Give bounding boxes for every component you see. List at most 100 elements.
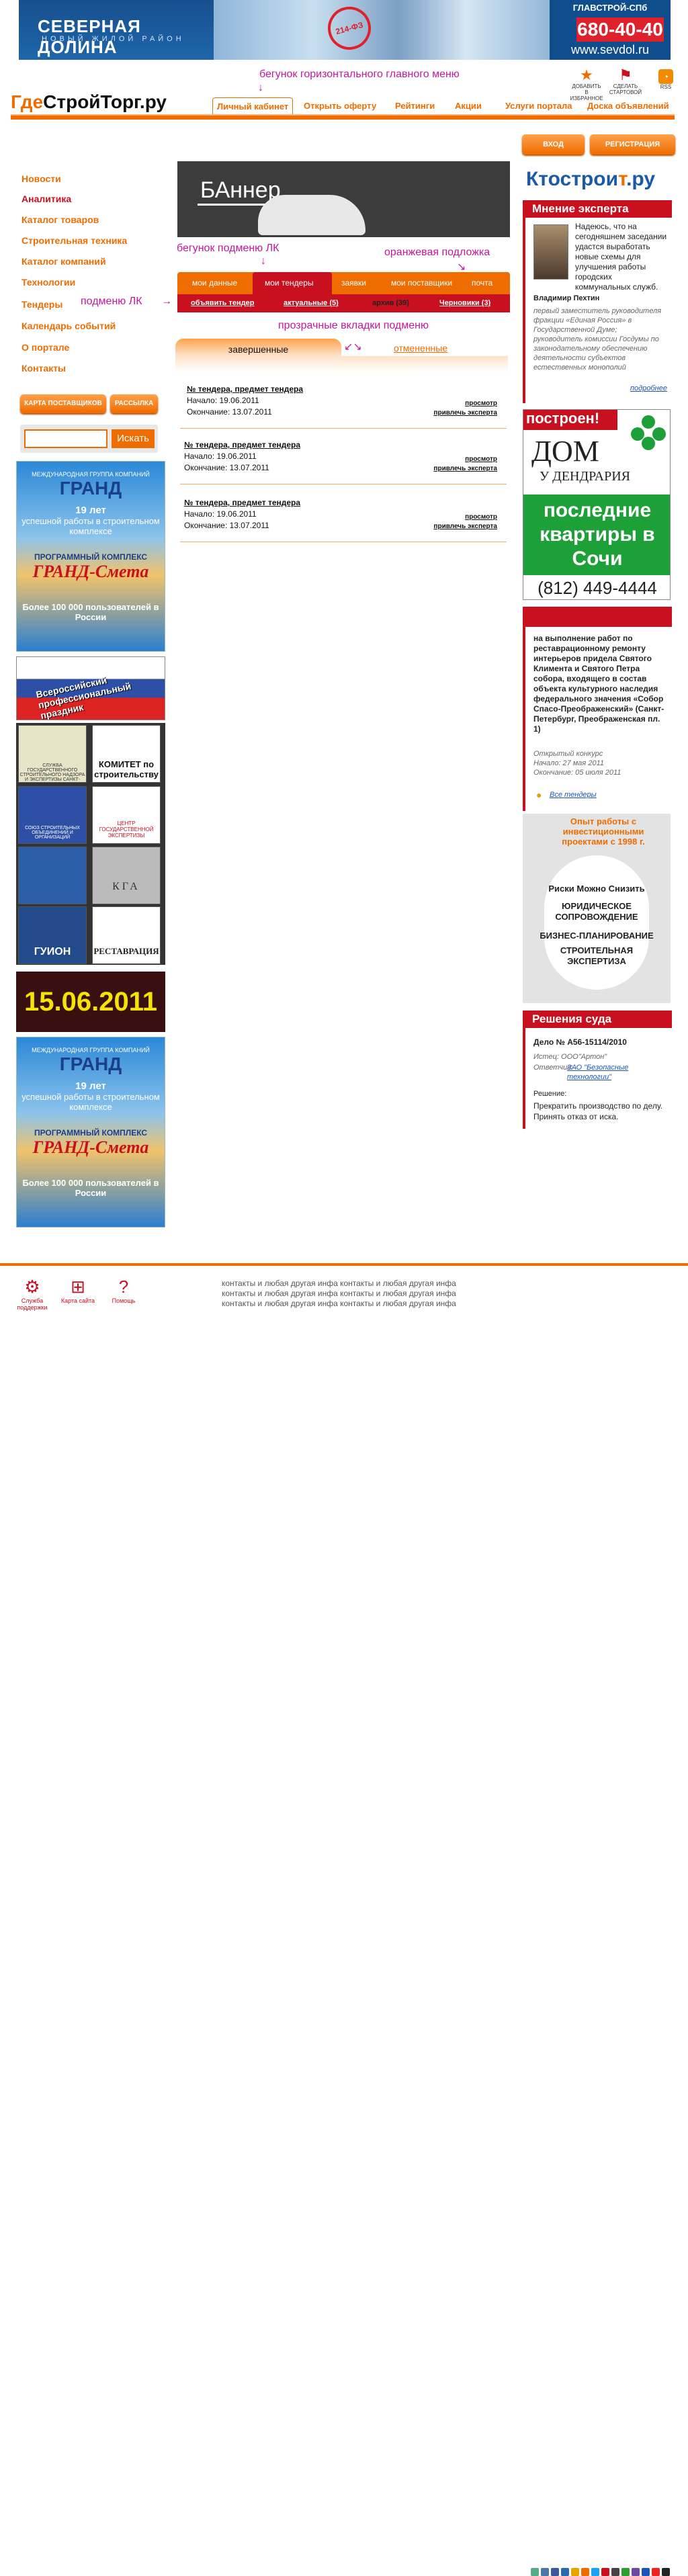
note-arrow-icon: ↘ <box>457 261 466 273</box>
partner-tile-restoration[interactable]: РЕСТАВРАЦИЯ <box>92 906 161 964</box>
side-nav-news[interactable]: Новости <box>22 173 61 184</box>
tender-widget-text[interactable]: на выполнение работ по реставрационному … <box>533 634 669 734</box>
social-icon[interactable] <box>652 2568 660 2576</box>
lk-tab-requests[interactable]: заявки <box>341 278 366 288</box>
login-button[interactable]: ВХОД <box>522 134 585 155</box>
social-icon[interactable] <box>642 2568 650 2576</box>
granda-ad[interactable]: МЕЖДУНАРОДНАЯ ГРУППА КОМПАНИЙ ГРАНД 19 л… <box>16 461 165 652</box>
social-icon[interactable] <box>662 2568 670 2576</box>
center-banner[interactable]: БАннер <box>177 161 510 237</box>
site-logo[interactable]: ГдеСтройТорг.ру <box>11 91 167 113</box>
subtab-drafts[interactable]: Черновики (3) <box>439 299 490 307</box>
court-defendant-link[interactable]: ЗАО "Безопасные технологии" <box>567 1063 668 1082</box>
side-nav-about[interactable]: О портале <box>22 342 69 353</box>
tender-title[interactable]: № тендера, предмет тендера <box>184 440 507 449</box>
tender-view-link[interactable]: просмотр <box>465 456 497 463</box>
partner-tile-expertise[interactable]: ЦЕНТР ГОСУДАРСТВЕННОЙ ЭКСПЕРТИЗЫ <box>92 786 161 844</box>
expert-opinion: Мнение эксперта Надеюсь, что на сегодняш… <box>523 200 672 403</box>
search-box: Искать <box>20 425 158 453</box>
social-icon[interactable] <box>632 2568 640 2576</box>
twitter-icon[interactable] <box>591 2568 599 2576</box>
social-icon[interactable] <box>601 2568 609 2576</box>
tender-expert-link[interactable]: привлечь эксперта <box>433 523 497 530</box>
expert-more-link[interactable]: подробнее <box>630 384 667 392</box>
partner-tile-committee[interactable]: КОМИТЕТ по строительству <box>92 725 161 783</box>
tender-title[interactable]: № тендера, предмет тендера <box>184 498 507 507</box>
note-orange-bg: оранжевая подложка <box>384 247 490 258</box>
menu-item-cabinet[interactable]: Личный кабинет <box>212 97 294 114</box>
subtab-current[interactable]: актуальные (5) <box>284 299 339 307</box>
support-label: Служба поддержки <box>17 1297 48 1311</box>
partner-tile-blue[interactable] <box>18 847 87 904</box>
tender-view-link[interactable]: просмотр <box>465 513 497 521</box>
court-case[interactable]: Дело № А56-15114/2010 <box>533 1037 627 1047</box>
suppliers-map-button[interactable]: КАРТА ПОСТАВЩИКОВ <box>20 394 106 413</box>
side-nav-contacts[interactable]: Контакты <box>22 363 66 374</box>
side-nav-catalog[interactable]: Каталог товаров <box>22 214 99 225</box>
tab-cancelled[interactable]: отмененные <box>394 343 447 353</box>
register-button[interactable]: РЕГИСТРАЦИЯ <box>590 134 675 155</box>
granda-product: ПРОГРАММНЫЙ КОМПЛЕКС <box>34 552 148 562</box>
ktostroit-logo[interactable]: Ктостроит.ру <box>526 168 655 191</box>
granda-ad-2[interactable]: МЕЖДУНАРОДНАЯ ГРУППА КОМПАНИЙ ГРАНД 19 л… <box>16 1037 165 1228</box>
partner-tile-union[interactable]: СОЮЗ СТРОИТЕЛЬНЫХ ОБЪЕДИНЕНИЙ И ОРГАНИЗА… <box>18 786 87 844</box>
menu-item-offer[interactable]: Открыть оферту <box>304 101 376 111</box>
partner-tile-guion[interactable]: ГУИОН <box>18 906 87 964</box>
vk-icon[interactable] <box>541 2568 549 2576</box>
social-icon[interactable] <box>581 2568 589 2576</box>
tender-title[interactable]: № тендера, предмет тендера <box>187 384 507 394</box>
top-banner[interactable]: СЕВЕРНАЯ ДОЛИНА НОВЫЙ ЖИЛОЙ РАЙОН 214-ФЗ… <box>19 0 671 60</box>
ktostroit-part1: Ктострои <box>526 168 619 190</box>
side-nav-companies[interactable]: Каталог компаний <box>22 256 106 267</box>
mailing-button[interactable]: РАССЫЛКА <box>110 394 158 413</box>
tab-finished[interactable]: завершенные <box>175 339 341 357</box>
subtab-announce[interactable]: объявить тендер <box>191 299 255 307</box>
lk-tab-my-tenders[interactable]: мои тендеры <box>265 278 314 288</box>
make-homepage-button[interactable]: ⚑ СДЕЛАТЬ СТАРТОВОЙ <box>609 67 642 96</box>
tender-expert-link[interactable]: привлечь эксперта <box>433 465 497 472</box>
banner-photo: 214-ФЗ <box>214 0 550 60</box>
side-nav-analytics[interactable]: Аналитика <box>22 194 71 204</box>
menu-item-board[interactable]: Доска объявлений <box>587 101 669 111</box>
granda-name: ГРАНД <box>59 1054 122 1074</box>
tab-fade <box>175 356 508 372</box>
lk-tab-suppliers[interactable]: мои поставщики <box>391 278 452 288</box>
subtab-archive[interactable]: архив (39) <box>372 299 409 307</box>
menu-item-ratings[interactable]: Рейтинги <box>395 101 435 111</box>
tender-expert-link[interactable]: привлечь эксперта <box>433 409 497 417</box>
partner-tile-kga[interactable]: КГА <box>92 847 161 904</box>
social-icon[interactable] <box>621 2568 630 2576</box>
lk-tab-mail[interactable]: почта <box>472 278 492 288</box>
support-button[interactable]: ⚙ Служба поддержки <box>12 1277 52 1311</box>
add-favorite-button[interactable]: ★ ДОБАВИТЬ В ИЗБРАННОЕ <box>570 67 603 102</box>
date-ad[interactable]: 15.06.2011 <box>16 972 165 1032</box>
social-icon[interactable] <box>571 2568 579 2576</box>
rss-button[interactable]: ◔ RSS <box>649 67 683 90</box>
holiday-ad[interactable]: Всероссийский профессиональный праздник <box>16 656 165 720</box>
tender-start: Начало: 19.06.2011 <box>184 509 257 519</box>
side-nav-machinery[interactable]: Строительная техника <box>22 235 127 246</box>
social-icon[interactable] <box>611 2568 619 2576</box>
lk-tab-my-data[interactable]: мои данные <box>192 278 237 288</box>
side-nav-tech[interactable]: Технологии <box>22 277 75 288</box>
granda-years2: успешной работы в строительном комплексе <box>22 1092 160 1112</box>
tender-start: Начало: 19.06.2011 <box>184 452 257 461</box>
exp-line1: ЮРИДИЧЕСКОЕ СОПРОВОЖДЕНИЕ <box>555 901 638 922</box>
menu-item-services[interactable]: Услуги портала <box>505 101 572 111</box>
dom-ad[interactable]: построен! ДОМ У ДЕНДРАРИЯ последние квар… <box>523 409 671 600</box>
search-button[interactable]: Искать <box>112 429 155 448</box>
gear-icon: ⚙ <box>24 1277 40 1297</box>
search-input[interactable] <box>24 429 108 448</box>
social-icon[interactable] <box>561 2568 569 2576</box>
menu-item-promos[interactable]: Акции <box>455 101 482 111</box>
help-button[interactable]: ? Помощь <box>103 1277 144 1304</box>
partner-tile-nadzor[interactable]: СЛУЖБА ГОСУДАРСТВЕННОГО СТРОИТЕЛЬНОГО НА… <box>18 725 87 783</box>
sitemap-button[interactable]: ⊞ Карта сайта <box>58 1277 98 1304</box>
all-tenders-link[interactable]: Все тендеры <box>550 791 597 799</box>
expertise-ad[interactable]: Опыт работы с инвестиционными проектами … <box>523 814 671 1003</box>
social-icon[interactable] <box>531 2568 539 2576</box>
facebook-icon[interactable] <box>551 2568 559 2576</box>
side-nav-events[interactable]: Календарь событий <box>22 320 116 331</box>
tender-view-link[interactable]: просмотр <box>465 400 497 407</box>
side-nav-tenders[interactable]: Тендеры <box>22 299 62 310</box>
